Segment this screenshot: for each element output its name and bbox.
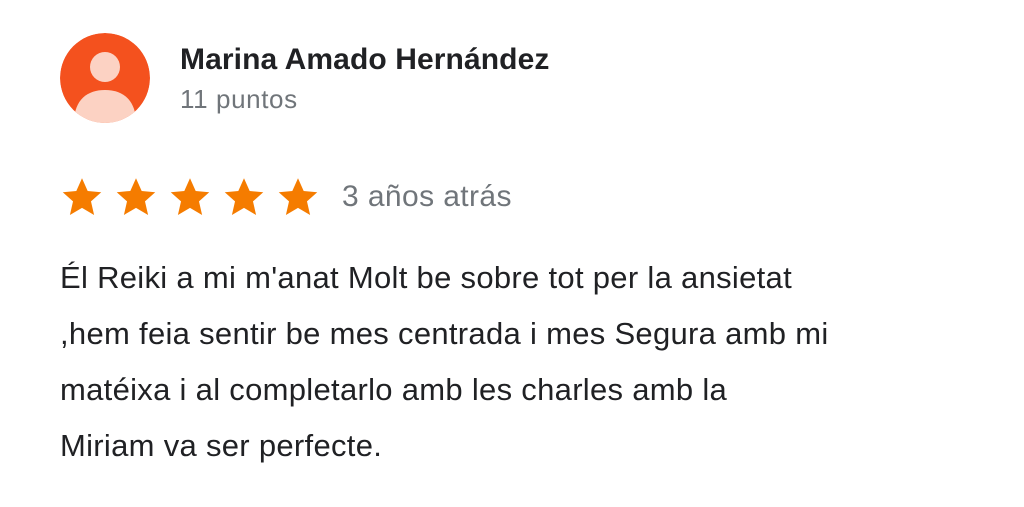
star-icon (224, 178, 264, 215)
star-icon (62, 178, 102, 215)
rating-row: 3 años atrás (60, 172, 512, 222)
review-text: Él Reiki a mi m'anat Molt be sobre tot p… (60, 260, 829, 463)
reviewer-points: 11 puntos (180, 84, 298, 114)
star-rating (60, 175, 320, 219)
avatar[interactable] (60, 33, 150, 123)
person-icon (60, 33, 150, 123)
star-icon (278, 178, 318, 215)
review-card: Marina Amado Hernández 11 puntos 3 años … (0, 0, 1024, 507)
reviewer-info: Marina Amado Hernández 11 puntos (180, 33, 550, 115)
reviewer-name[interactable]: Marina Amado Hernández (180, 41, 550, 79)
review-header: Marina Amado Hernández 11 puntos (60, 33, 550, 123)
star-icon (170, 178, 210, 215)
star-icon (116, 178, 156, 215)
review-time: 3 años atrás (342, 180, 512, 213)
